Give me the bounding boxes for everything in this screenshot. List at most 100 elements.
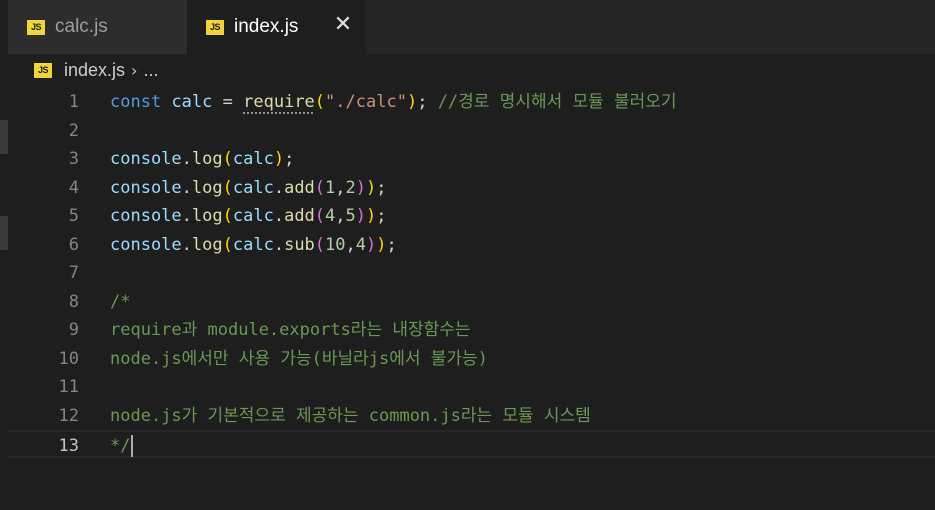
token: ( <box>222 177 233 198</box>
token: "./calc" <box>325 92 407 112</box>
token: ; <box>284 149 295 169</box>
line-number: 8 <box>68 291 79 312</box>
code-line: 6 console.log(calc.sub(10,4)); <box>8 231 935 259</box>
js-file-icon: JS <box>206 19 224 35</box>
token: ; <box>376 177 387 198</box>
token: ; <box>386 234 397 255</box>
token: 10 <box>325 234 346 255</box>
code-line: 8 /* <box>8 288 935 316</box>
js-file-icon: JS <box>34 62 52 78</box>
token: ) <box>366 177 377 198</box>
token: 4 <box>325 206 336 226</box>
code-line-current: 13 */ <box>8 430 935 458</box>
close-icon[interactable]: ✕ <box>332 14 354 36</box>
token: ; <box>376 206 387 226</box>
token: , <box>335 177 346 198</box>
token: ( <box>222 206 233 226</box>
token: calc <box>171 92 213 112</box>
code-line: 3 console.log(calc); <box>8 145 935 173</box>
code-editor[interactable]: 1 const calc = require("./calc"); //경로 명… <box>8 88 935 510</box>
line-number: 11 <box>58 377 79 397</box>
token: 4 <box>355 234 367 255</box>
token: . <box>181 149 192 169</box>
token: log <box>191 177 223 198</box>
token: log <box>191 149 223 169</box>
token: add <box>284 177 315 198</box>
breadcrumb-more[interactable]: ... <box>143 60 158 81</box>
comment: */ <box>110 436 131 456</box>
token: 5 <box>345 206 356 226</box>
token: , <box>345 234 356 255</box>
token: ; <box>417 92 428 112</box>
token: require <box>243 92 315 112</box>
tab-calc-js[interactable]: JS calc.js <box>8 0 187 54</box>
line-number: 13 <box>58 436 79 456</box>
token: ( <box>314 234 326 255</box>
code-line: 9 require과 module.exports라는 내장함수는 <box>8 316 935 344</box>
token: log <box>191 206 223 226</box>
comment: /* <box>110 291 131 312</box>
line-number: 7 <box>68 263 79 283</box>
token: ) <box>366 234 377 255</box>
token: . <box>181 206 192 226</box>
token: ) <box>366 206 377 226</box>
token: add <box>284 206 315 226</box>
line-number: 6 <box>68 234 79 255</box>
token: ) <box>406 92 418 112</box>
token: const <box>110 92 162 112</box>
line-number: 1 <box>68 92 79 112</box>
token: console <box>110 206 182 226</box>
token: console <box>110 149 182 169</box>
token: ) <box>376 234 387 255</box>
line-number: 3 <box>68 149 79 169</box>
token: . <box>181 177 192 198</box>
tab-label: calc.js <box>55 16 108 37</box>
token: ( <box>314 177 326 198</box>
chevron-right-icon: › <box>131 60 138 80</box>
token: sub <box>284 234 315 255</box>
breadcrumb-file[interactable]: index.js <box>64 60 125 81</box>
token: = <box>222 92 233 112</box>
line-number: 9 <box>68 320 79 340</box>
code-text: const calc = require("./calc"); //경로 명시해… <box>110 88 677 116</box>
token: . <box>273 206 285 226</box>
line-number: 12 <box>58 405 79 426</box>
tab-bar: JS calc.js JS index.js ✕ <box>8 0 935 54</box>
scroll-marker <box>0 120 8 154</box>
scroll-marker <box>0 216 8 250</box>
token: calc <box>232 177 274 198</box>
token: console <box>110 234 182 255</box>
comment: require과 module.exports라는 내장함수는 <box>110 320 471 340</box>
comment: //경로 명시해서 모듈 불러오기 <box>437 92 677 112</box>
code-text: console.log(calc); <box>110 145 294 173</box>
token: 1 <box>325 177 336 198</box>
token: , <box>335 206 346 226</box>
line-number: 2 <box>68 120 79 141</box>
line-number: 4 <box>68 177 79 198</box>
token: . <box>273 177 285 198</box>
tab-index-js[interactable]: JS index.js ✕ <box>187 0 366 54</box>
token: calc <box>232 234 274 255</box>
token: ( <box>314 206 326 226</box>
activity-bar-edge <box>0 0 8 510</box>
js-file-icon: JS <box>27 19 45 35</box>
token: . <box>273 234 285 255</box>
token: ) <box>273 149 285 169</box>
token: . <box>181 234 192 255</box>
code-line: 1 const calc = require("./calc"); //경로 명… <box>8 88 935 116</box>
token: 2 <box>345 177 356 198</box>
code-text: console.log(calc.add(1,2)); <box>110 174 387 202</box>
code-line: 5 console.log(calc.add(4,5)); <box>8 202 935 230</box>
breadcrumb: JS index.js › ... <box>8 54 935 86</box>
code-line: 2 <box>8 117 935 145</box>
token: ) <box>355 206 367 226</box>
token: ( <box>222 149 233 169</box>
token: log <box>191 234 223 255</box>
token: calc <box>232 206 274 226</box>
token: ( <box>222 234 233 255</box>
line-number: 10 <box>58 348 79 369</box>
code-text: console.log(calc.add(4,5)); <box>110 202 387 230</box>
tab-label: index.js <box>234 16 299 37</box>
code-line: 12 node.js가 기본적으로 제공하는 common.js라는 모듈 시스… <box>8 402 935 430</box>
token: console <box>110 177 182 198</box>
